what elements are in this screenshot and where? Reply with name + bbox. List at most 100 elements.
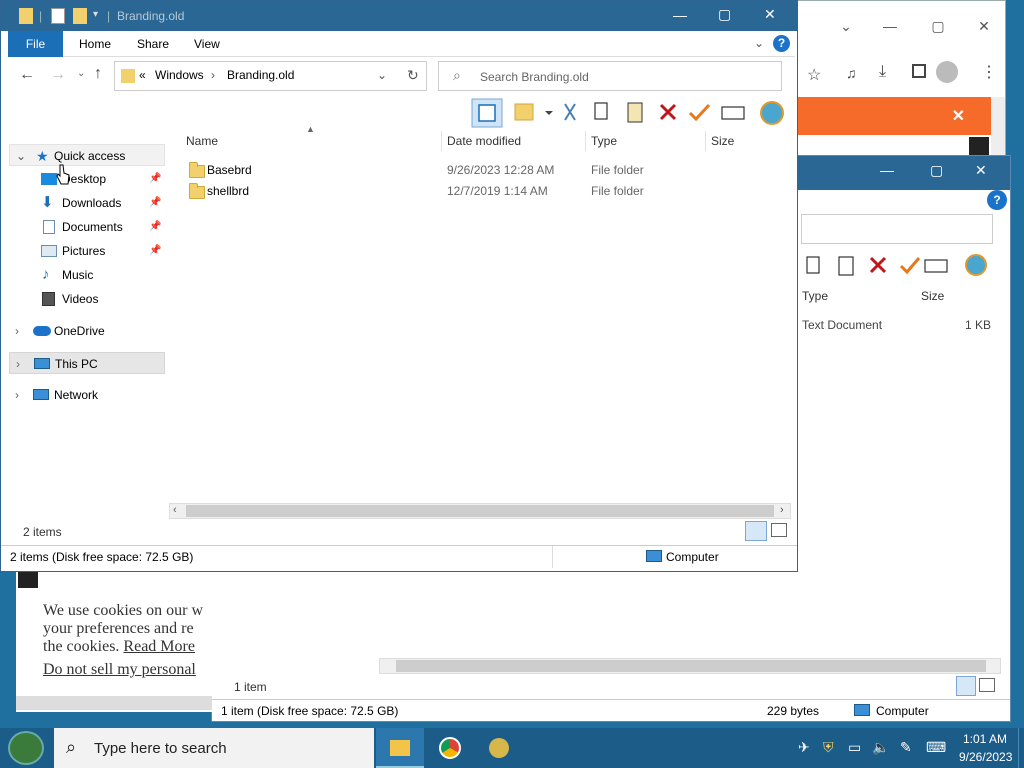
back-arrow-icon[interactable]: ←: [19, 66, 35, 84]
chevron-down-icon[interactable]: ⌄: [831, 11, 861, 41]
horizontal-scrollbar[interactable]: ‹ ›: [169, 503, 791, 519]
scroll-thumb[interactable]: [396, 660, 986, 672]
column-name[interactable]: Name: [186, 130, 218, 152]
close-icon[interactable]: ✕: [952, 106, 965, 126]
properties-icon[interactable]: [51, 8, 65, 24]
shield-icon[interactable]: ⛨: [823, 739, 834, 756]
column-size[interactable]: Size: [921, 289, 944, 303]
close-button[interactable]: ✕: [969, 11, 999, 41]
column-type[interactable]: Type: [802, 289, 828, 303]
keyboard-icon[interactable]: ⌨: [926, 739, 946, 756]
nav-documents[interactable]: Documents 📌: [9, 216, 165, 238]
details-view-icon[interactable]: [956, 676, 976, 696]
nav-desktop[interactable]: Desktop 📌: [9, 168, 165, 190]
horizontal-scrollbar[interactable]: [379, 658, 1001, 674]
maximize-button[interactable]: ▢: [718, 6, 731, 23]
media-icon[interactable]: ♫: [846, 65, 857, 81]
minimize-button[interactable]: —: [880, 162, 894, 178]
nav-this-pc[interactable]: › This PC: [9, 352, 165, 374]
close-button[interactable]: ✕: [975, 162, 987, 179]
pen-icon[interactable]: ✎: [900, 739, 912, 756]
nav-onedrive[interactable]: › OneDrive: [9, 320, 165, 342]
maximize-button[interactable]: ▢: [930, 162, 943, 179]
minimize-button[interactable]: —: [875, 11, 905, 41]
column-divider[interactable]: [705, 131, 706, 151]
copy-icon[interactable]: [806, 256, 820, 274]
column-date-modified[interactable]: Date modified: [447, 130, 521, 152]
breadcrumb-branding-old[interactable]: Branding.old: [227, 68, 294, 82]
chevron-down-icon[interactable]: ⌄: [77, 68, 85, 79]
nav-downloads[interactable]: ⬇ Downloads 📌: [9, 192, 165, 214]
pin-icon[interactable]: 📌: [149, 192, 161, 214]
paste-icon[interactable]: [838, 256, 854, 276]
taskbar-file-explorer[interactable]: [376, 728, 424, 768]
copy-icon[interactable]: [594, 102, 608, 120]
nav-quick-access[interactable]: ⌄ ★ Quick access: [9, 144, 165, 166]
paste-icon[interactable]: [627, 102, 643, 123]
horizontal-scrollbar[interactable]: [16, 696, 212, 710]
chevron-right-icon[interactable]: ›: [16, 353, 20, 375]
column-divider[interactable]: [585, 131, 586, 151]
large-icons-view-icon[interactable]: [771, 523, 787, 537]
column-divider[interactable]: [441, 131, 442, 151]
scroll-thumb[interactable]: [186, 505, 774, 517]
volume-muted-icon[interactable]: 🔈: [872, 739, 889, 756]
taskbar-app[interactable]: [476, 728, 524, 768]
details-view-icon[interactable]: [745, 521, 767, 541]
address-bar[interactable]: « Windows › Branding.old ⌄ ↻: [114, 61, 427, 91]
nav-videos[interactable]: Videos: [9, 288, 165, 310]
read-more-link[interactable]: Read More: [123, 638, 195, 655]
help-icon[interactable]: ?: [773, 35, 790, 52]
chevron-right-icon[interactable]: ›: [15, 320, 19, 342]
taskbar-chrome[interactable]: [426, 728, 474, 768]
search-input[interactable]: [801, 214, 993, 244]
scroll-right-icon[interactable]: ›: [780, 504, 784, 516]
tab-view[interactable]: View: [180, 31, 234, 57]
taskbar-search[interactable]: ⌕ Type here to search: [54, 728, 374, 768]
pin-icon[interactable]: 📌: [149, 168, 161, 190]
pin-icon[interactable]: 📌: [149, 240, 161, 262]
monitor-icon[interactable]: ▭: [848, 739, 861, 756]
nav-music[interactable]: ♪ Music: [9, 264, 165, 286]
download-icon[interactable]: ⤓: [879, 63, 886, 81]
search-input[interactable]: ⌕ Search Branding.old: [438, 61, 782, 91]
maximize-button[interactable]: ▢: [923, 11, 953, 41]
cut-icon[interactable]: [564, 103, 576, 121]
delete-icon[interactable]: [869, 256, 887, 274]
chevron-down-icon[interactable]: ⌄: [377, 68, 387, 82]
up-arrow-icon[interactable]: ↑: [94, 65, 102, 83]
nav-pictures[interactable]: Pictures 📌: [9, 240, 165, 262]
file-row[interactable]: Basebrd 9/26/2023 12:28 AM File folder: [186, 160, 766, 180]
chevron-right-icon[interactable]: ›: [15, 384, 19, 406]
shell-icon[interactable]: [965, 254, 987, 276]
column-type[interactable]: Type: [591, 130, 617, 152]
chevron-down-icon[interactable]: ⌄: [754, 36, 764, 50]
chevron-down-icon[interactable]: ▾: [93, 9, 98, 20]
tab-share[interactable]: Share: [123, 31, 183, 57]
side-panel-icon[interactable]: [912, 64, 926, 78]
network-icon[interactable]: ✈: [798, 739, 810, 756]
clock-date[interactable]: 9/26/2023: [959, 750, 1012, 764]
minimize-button[interactable]: —: [673, 7, 687, 23]
nav-network[interactable]: › Network: [9, 384, 165, 406]
new-folder-icon[interactable]: [73, 8, 87, 24]
address-chevron[interactable]: «: [139, 68, 146, 82]
tab-home[interactable]: Home: [65, 31, 125, 57]
clock-time[interactable]: 1:01 AM: [963, 732, 1007, 746]
column-size[interactable]: Size: [711, 130, 734, 152]
rename-icon[interactable]: [924, 259, 948, 273]
refresh-icon[interactable]: ↻: [407, 67, 419, 84]
do-not-sell-link[interactable]: Do not sell my personal: [43, 661, 196, 679]
check-icon[interactable]: [688, 103, 711, 122]
forward-arrow-icon[interactable]: →: [50, 66, 66, 84]
menu-icon[interactable]: ⋮: [981, 62, 997, 82]
bookmark-star-icon[interactable]: ☆: [807, 65, 821, 85]
view-menu-icon[interactable]: [514, 103, 534, 121]
close-button[interactable]: ✕: [764, 6, 776, 23]
breadcrumb-windows[interactable]: Windows: [155, 68, 204, 82]
chevron-down-icon[interactable]: [545, 111, 553, 115]
show-desktop-button[interactable]: [1018, 728, 1024, 768]
tab-file[interactable]: File: [8, 31, 63, 57]
large-icons-view-icon[interactable]: [979, 678, 995, 692]
shell-icon[interactable]: [760, 101, 784, 125]
